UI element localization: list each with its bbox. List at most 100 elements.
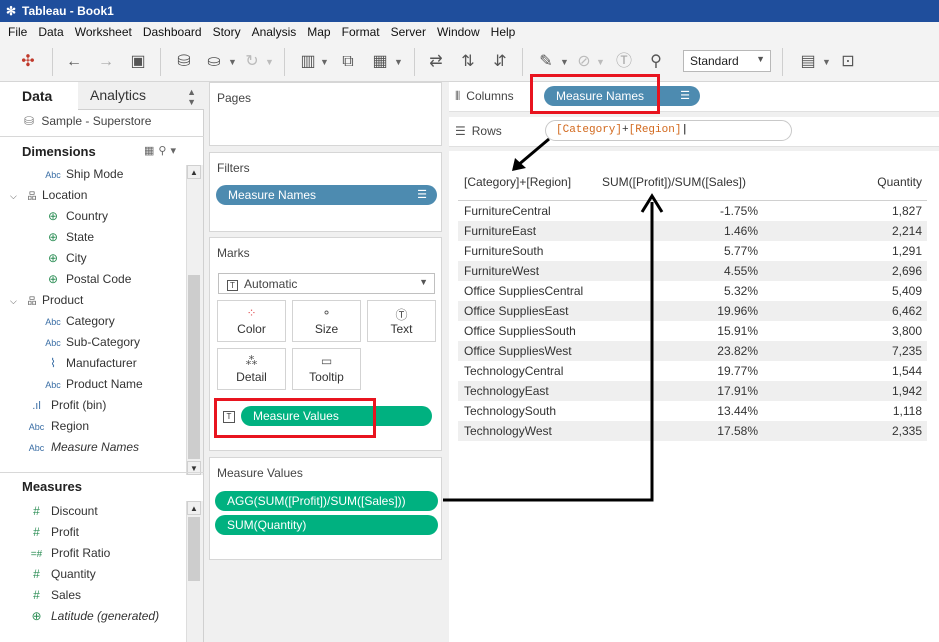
- collapse-icon[interactable]: ⌵: [10, 291, 22, 311]
- rows-shelf[interactable]: ☰ Rows [Category]+[Region]|: [449, 117, 939, 147]
- toolbar-separator: [160, 48, 161, 76]
- refresh-icon[interactable]: ↻: [242, 52, 262, 72]
- menu-analysis[interactable]: Analysis: [252, 25, 297, 39]
- tooltip-button[interactable]: ▭ Tooltip: [292, 348, 361, 390]
- view-list-icon[interactable]: ▦: [144, 145, 158, 157]
- table-cell-profit-ratio: 23.82%: [717, 344, 758, 358]
- scroll-up-icon[interactable]: ▲: [187, 501, 201, 515]
- collapse-arrows-icon[interactable]: ▲ ▼: [187, 87, 196, 107]
- view-size-select[interactable]: Standard ▼: [683, 50, 771, 72]
- menu-worksheet[interactable]: Worksheet: [75, 25, 132, 39]
- clear-sheet-icon[interactable]: ▦: [370, 52, 390, 72]
- field-product-name[interactable]: Abc Product Name: [40, 374, 142, 394]
- measures-scrollbar[interactable]: ▲: [186, 501, 203, 642]
- field-category[interactable]: Abc Category: [40, 311, 114, 331]
- field-manufacturer[interactable]: ⌇ Manufacturer: [40, 353, 137, 373]
- field-region[interactable]: Abc Region: [22, 416, 89, 436]
- measure-pill-quantity[interactable]: SUM(Quantity): [215, 515, 438, 535]
- menu-map[interactable]: Map: [307, 25, 330, 39]
- field-latitude-generated[interactable]: ⊕ Latitude (generated): [22, 606, 159, 626]
- table-row[interactable]: FurnitureEast 1.46% 2,214: [458, 221, 927, 241]
- table-row[interactable]: TechnologyEast 17.91% 1,942: [458, 381, 927, 401]
- collapse-icon[interactable]: ⌵: [10, 186, 22, 206]
- field-location[interactable]: ⌵ 品 Location: [10, 185, 87, 205]
- table-row[interactable]: Office SuppliesCentral 5.32% 5,409: [458, 281, 927, 301]
- header-quantity[interactable]: Quantity: [877, 175, 922, 189]
- header-profit-ratio[interactable]: SUM([Profit])/SUM([Sales]): [602, 175, 746, 189]
- rows-calculation-input[interactable]: [Category]+[Region]|: [545, 120, 792, 141]
- table-row[interactable]: Office SuppliesEast 19.96% 6,462: [458, 301, 927, 321]
- field-profit-ratio[interactable]: =# Profit Ratio: [22, 543, 111, 563]
- menu-window[interactable]: Window: [437, 25, 480, 39]
- duplicate-sheet-icon[interactable]: ⧉: [338, 52, 358, 72]
- filter-pill-measure-names[interactable]: Measure Names ☰: [216, 185, 437, 205]
- dimensions-scrollbar[interactable]: ▲ ▼: [186, 165, 203, 475]
- sort-ascending-icon[interactable]: ⇅: [458, 52, 478, 72]
- scroll-up-icon[interactable]: ▲: [187, 165, 201, 179]
- globe-icon: ⊕: [47, 230, 59, 244]
- menu-dashboard[interactable]: Dashboard: [143, 25, 202, 39]
- tableau-start-icon[interactable]: ✣: [18, 52, 38, 72]
- pages-card[interactable]: Pages: [209, 82, 442, 146]
- text-button[interactable]: Ⓣ Text: [367, 300, 436, 342]
- field-country[interactable]: ⊕ Country: [40, 206, 108, 226]
- fix-axes-icon[interactable]: ⚲: [646, 52, 666, 72]
- menu-help[interactable]: Help: [491, 25, 516, 39]
- show-cards-icon[interactable]: ▤: [798, 52, 818, 72]
- presentation-mode-icon[interactable]: ⊡: [838, 52, 858, 72]
- columns-shelf[interactable]: ⦀ Columns Measure Names ☰: [449, 82, 939, 112]
- table-row[interactable]: TechnologyWest 17.58% 2,335: [458, 421, 927, 441]
- menu-data[interactable]: Data: [38, 25, 63, 39]
- color-button[interactable]: ⁘ Color: [217, 300, 286, 342]
- table-row[interactable]: FurnitureCentral -1.75% 1,827: [458, 201, 927, 221]
- field-discount[interactable]: # Discount: [22, 501, 98, 521]
- header-category-region[interactable]: [Category]+[Region]: [464, 175, 571, 189]
- table-row[interactable]: TechnologyCentral 19.77% 1,544: [458, 361, 927, 381]
- menu-format[interactable]: Format: [342, 25, 380, 39]
- redo-icon[interactable]: →: [96, 52, 116, 72]
- table-row[interactable]: Office SuppliesSouth 15.91% 3,800: [458, 321, 927, 341]
- field-profit[interactable]: # Profit: [22, 522, 79, 542]
- measure-values-title: Measure Values: [217, 466, 303, 480]
- scrollbar-thumb[interactable]: [188, 275, 200, 459]
- new-datasource-icon[interactable]: ⛁: [174, 52, 194, 72]
- sort-descending-icon[interactable]: ⇵: [490, 52, 510, 72]
- table-row[interactable]: FurnitureSouth 5.77% 1,291: [458, 241, 927, 261]
- field-postal-code[interactable]: ⊕ Postal Code: [40, 269, 131, 289]
- show-mark-labels-icon[interactable]: Ⓣ: [614, 52, 634, 72]
- table-row[interactable]: TechnologySouth 13.44% 1,118: [458, 401, 927, 421]
- highlight-icon[interactable]: ✎: [536, 52, 556, 72]
- table-row[interactable]: FurnitureWest 4.55% 2,696: [458, 261, 927, 281]
- filters-card[interactable]: Filters Measure Names ☰: [209, 152, 442, 232]
- field-sales[interactable]: # Sales: [22, 585, 81, 605]
- field-product[interactable]: ⌵ 品 Product: [10, 290, 83, 310]
- menu-story[interactable]: Story: [213, 25, 241, 39]
- pause-updates-icon[interactable]: ⛀: [204, 52, 224, 72]
- scrollbar-thumb[interactable]: [188, 517, 200, 581]
- swap-rows-columns-icon[interactable]: ⇄: [426, 52, 446, 72]
- field-state[interactable]: ⊕ State: [40, 227, 94, 247]
- table-row[interactable]: Office SuppliesWest 23.82% 7,235: [458, 341, 927, 361]
- save-icon[interactable]: ▣: [128, 52, 148, 72]
- menu-file[interactable]: File: [8, 25, 27, 39]
- group-members-icon[interactable]: ⊘: [574, 52, 594, 72]
- tab-data[interactable]: Data: [0, 82, 78, 110]
- field-measure-names[interactable]: Abc Measure Names: [22, 437, 139, 457]
- search-icon[interactable]: ⚲: [158, 145, 170, 157]
- field-quantity[interactable]: # Quantity: [22, 564, 96, 584]
- field-profit-bin[interactable]: .ıl Profit (bin): [22, 395, 106, 415]
- table-cell-quantity: 2,335: [891, 424, 922, 438]
- field-ship-mode[interactable]: Abc Ship Mode: [40, 164, 123, 184]
- undo-icon[interactable]: ←: [64, 52, 84, 72]
- field-sub-category[interactable]: Abc Sub-Category: [40, 332, 140, 352]
- new-worksheet-icon[interactable]: ▥: [298, 52, 318, 72]
- mark-type-select[interactable]: T Automatic ▼: [218, 273, 435, 294]
- chevron-down-icon[interactable]: ▾: [170, 145, 180, 157]
- size-button[interactable]: ⚬ Size: [292, 300, 361, 342]
- field-city[interactable]: ⊕ City: [40, 248, 87, 268]
- tab-analytics[interactable]: Analytics ▲ ▼: [78, 82, 204, 110]
- menu-server[interactable]: Server: [391, 25, 426, 39]
- detail-button[interactable]: ⁂ Detail: [217, 348, 286, 390]
- datasource-item[interactable]: ⛁ Sample - Superstore: [24, 114, 151, 128]
- measure-pill-profit-ratio[interactable]: AGG(SUM([Profit])/SUM([Sales])): [215, 491, 438, 511]
